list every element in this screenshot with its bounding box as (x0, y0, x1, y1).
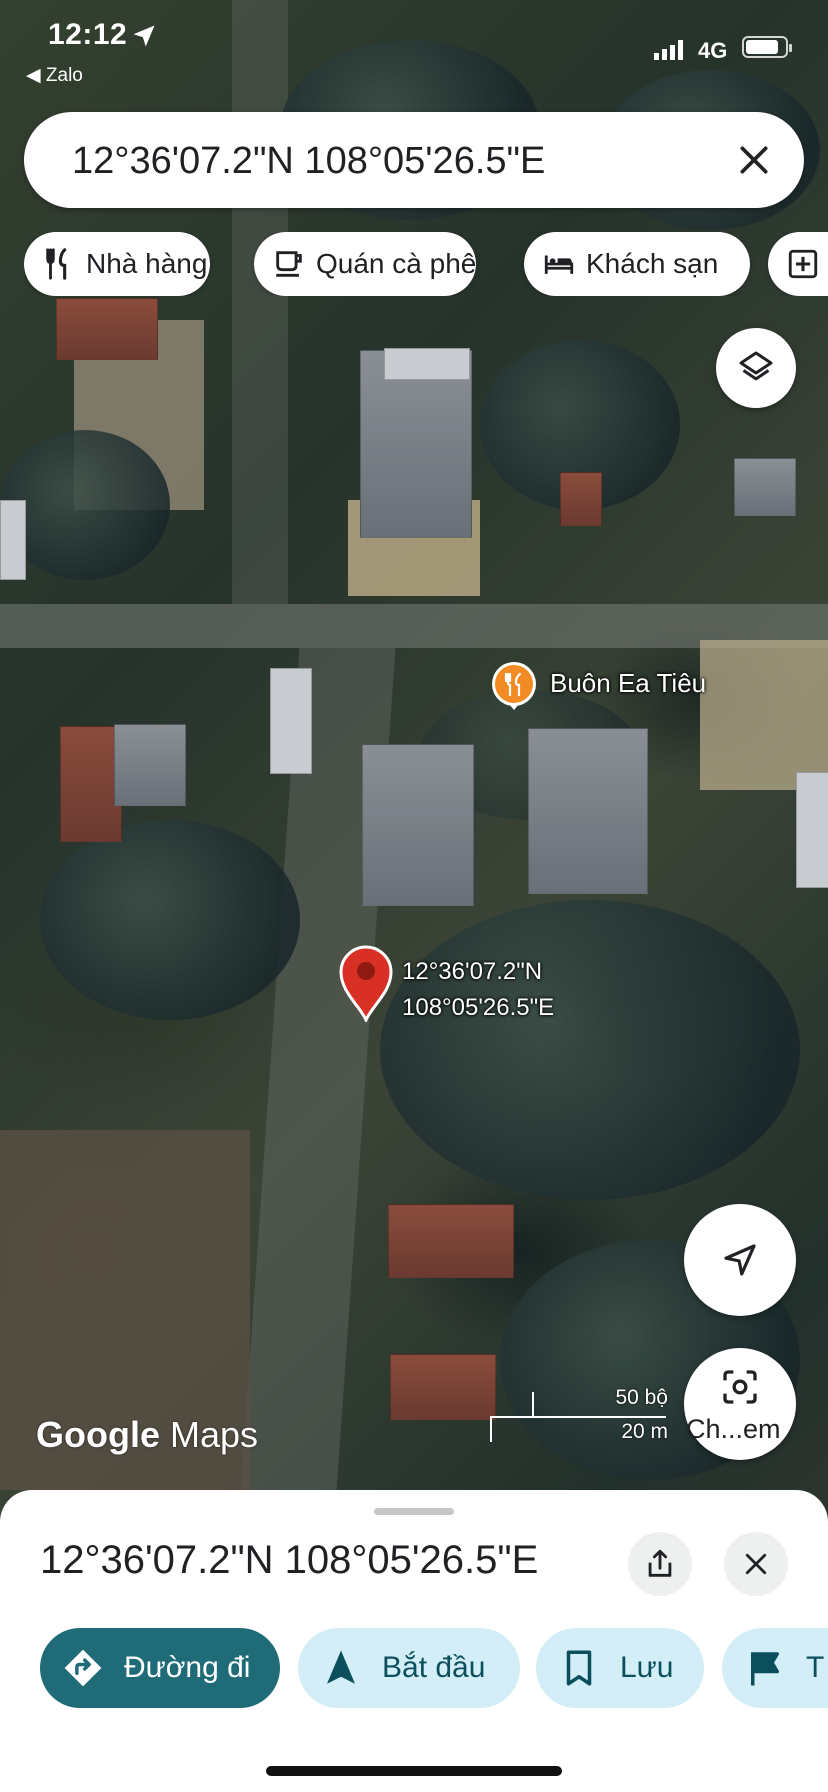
share-icon (648, 1549, 672, 1577)
home-indicator[interactable] (266, 1766, 562, 1776)
restaurant-marker-icon[interactable] (488, 660, 540, 712)
chip-coffee[interactable]: Quán cà phê (254, 232, 476, 296)
action-label: Bắt đầu (382, 1651, 486, 1684)
add-box-icon (788, 249, 818, 279)
network-type: 4G (698, 38, 728, 63)
coffee-icon (276, 251, 302, 277)
map-tree (40, 820, 300, 1020)
sheet-title: 12°36'07.2"N 108°05'26.5"E (40, 1538, 539, 1582)
location-arrow-icon (133, 25, 155, 47)
lens-label[interactable]: Ch...em (686, 1414, 781, 1445)
battery-level (746, 40, 778, 54)
action-label: Đường đi (124, 1651, 251, 1684)
close-icon (745, 1553, 767, 1575)
label-button[interactable]: T (722, 1628, 828, 1708)
chip-label: Quán cà phê (316, 248, 477, 279)
layers-icon (739, 351, 773, 381)
google-maps-logo: Google Maps (36, 1414, 258, 1456)
pin-coordinates: 12°36'07.2"N 108°05'26.5"E (402, 954, 554, 1026)
map-pin-icon[interactable] (338, 944, 394, 1022)
chip-more[interactable] (768, 232, 828, 296)
logo-google-text: Google (36, 1414, 160, 1455)
start-button[interactable]: Bắt đầu (298, 1628, 520, 1708)
status-time: 12:12 (48, 18, 128, 51)
back-to-app-link[interactable]: ◀ Zalo (26, 64, 83, 87)
share-button[interactable] (628, 1532, 692, 1596)
map-building (796, 772, 828, 888)
bookmark-icon (566, 1650, 592, 1686)
chip-hotels[interactable]: Khách sạn (524, 232, 750, 296)
scale-upper-label: 50 bộ (615, 1386, 668, 1409)
map-building (528, 728, 648, 894)
close-sheet-button[interactable] (724, 1532, 788, 1596)
action-label: T (806, 1651, 825, 1684)
map-building (270, 668, 312, 774)
map-building (60, 726, 122, 842)
hotel-icon (544, 255, 574, 274)
place-bottom-sheet[interactable]: 12°36'07.2"N 108°05'26.5"E Đường đi Bắt … (0, 1490, 828, 1792)
map-tree (380, 900, 800, 1200)
pin-longitude: 108°05'26.5"E (402, 994, 555, 1021)
pin-latitude: 12°36'07.2"N (402, 958, 543, 985)
map-building (384, 348, 470, 380)
scale-tick (532, 1392, 534, 1416)
layers-button[interactable] (716, 328, 796, 408)
map-scale: 50 bộ 20 m (488, 1386, 668, 1446)
action-buttons: Đường đi Bắt đầu Lưu T (40, 1628, 828, 1708)
map-road-north (232, 0, 288, 604)
poi-fill (495, 665, 533, 703)
logo-maps-text: Maps (170, 1414, 259, 1455)
chip-label: Khách sạn (586, 248, 719, 279)
scale-lower-label: 20 m (621, 1420, 668, 1443)
restaurant-icon (46, 248, 67, 280)
navigation-arrow-icon (724, 1244, 756, 1276)
close-icon[interactable] (734, 140, 774, 180)
navigation-icon (327, 1650, 355, 1684)
scale-tick (490, 1416, 492, 1442)
search-query[interactable]: 12°36'07.2"N 108°05'26.5"E (72, 140, 545, 183)
save-button[interactable]: Lưu (536, 1628, 704, 1708)
map-building (388, 1204, 514, 1278)
directions-icon (64, 1649, 102, 1687)
battery-icon (742, 36, 792, 58)
map-building (560, 472, 602, 526)
scale-bar (490, 1416, 666, 1418)
sheet-drag-handle[interactable] (374, 1508, 454, 1515)
camera-lens-icon (723, 1370, 757, 1404)
my-location-button[interactable] (684, 1204, 796, 1316)
map-building (734, 458, 796, 516)
status-bar: 12:12 ◀ Zalo 4G (0, 0, 828, 90)
map-building (390, 1354, 496, 1420)
poi-label[interactable]: Buôn Ea Tiêu (550, 668, 706, 699)
map-field (700, 640, 828, 790)
search-bar[interactable]: 12°36'07.2"N 108°05'26.5"E (24, 112, 804, 208)
flag-icon (751, 1652, 779, 1686)
map-building (362, 744, 474, 906)
category-chips: Nhà hàng Quán cà phê Khách sạn (24, 232, 828, 296)
map-building (114, 724, 186, 806)
map-building (0, 500, 26, 580)
chip-label: Nhà hàng (86, 248, 208, 279)
signal-icon (654, 40, 683, 60)
map-building (56, 298, 158, 360)
chip-restaurants[interactable]: Nhà hàng (24, 232, 210, 296)
directions-button[interactable]: Đường đi (40, 1628, 280, 1708)
action-label: Lưu (620, 1651, 674, 1684)
